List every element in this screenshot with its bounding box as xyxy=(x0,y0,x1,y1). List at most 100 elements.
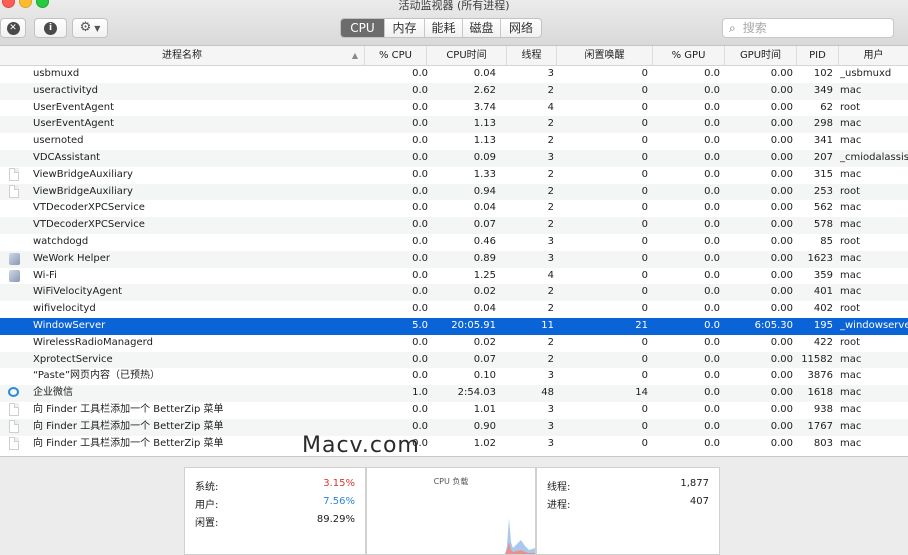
process-pid: 62 xyxy=(820,101,833,113)
process-name: useractivityd xyxy=(33,84,99,96)
process-gpu-time: 0.00 xyxy=(770,151,793,163)
app-icon xyxy=(9,252,20,265)
cpu-load-graph xyxy=(505,518,535,554)
process-user: mac xyxy=(840,84,862,96)
table-row[interactable]: UserEventAgent 0.0 3.74 4 0 0.0 0.00 62 root xyxy=(0,100,908,117)
stop-process-button[interactable]: ✕ xyxy=(0,18,26,38)
process-threads: 4 xyxy=(547,101,554,113)
process-name: UserEventAgent xyxy=(33,101,115,113)
process-gpu-time: 0.00 xyxy=(770,219,793,231)
column-header-gpu-time[interactable]: GPU时间 xyxy=(724,46,796,65)
process-user: mac xyxy=(840,353,862,365)
process-user: mac xyxy=(840,118,862,130)
search-field[interactable]: ⌕ xyxy=(722,18,894,38)
table-row[interactable]: usernoted 0.0 1.13 2 0 0.0 0.00 341 mac xyxy=(0,133,908,150)
process-user: _windowserver xyxy=(840,319,908,331)
process-threads: 2 xyxy=(547,118,554,130)
process-gpu-time: 0.00 xyxy=(770,387,793,399)
process-cpu: 0.0 xyxy=(412,84,428,96)
table-row[interactable]: WindowServer 5.0 20:05.91 11 21 0.0 6:05.30 195… xyxy=(0,317,908,335)
column-header-cpu-time[interactable]: CPU时间 xyxy=(426,46,506,65)
table-row[interactable]: WiFiVelocityAgent 0.0 0.02 2 0 0.0 0.00 401 mac xyxy=(0,284,908,302)
column-header-idle-wakeups[interactable]: 闲置唤醒 xyxy=(556,46,652,65)
process-idle-wakeups: 0 xyxy=(641,336,648,348)
tab-network[interactable]: 网络 xyxy=(501,19,541,37)
table-row[interactable]: UserEventAgent 0.0 1.13 2 0 0.0 0.00 298 mac xyxy=(0,116,908,134)
process-name: wifivelocityd xyxy=(33,303,96,315)
table-row[interactable]: “Paste”网页内容（已预热） 0.0 0.10 3 0 0.0 0.00 3876 mac xyxy=(0,368,908,385)
process-user: mac xyxy=(840,252,862,264)
process-gpu: 0.0 xyxy=(704,202,720,214)
document-icon xyxy=(9,184,19,198)
idle-value: 89.29% xyxy=(316,514,355,525)
process-gpu: 0.0 xyxy=(704,118,720,130)
table-row[interactable]: Wi-Fi 0.0 1.25 4 0 0.0 0.00 359 mac xyxy=(0,268,908,285)
process-pid: 349 xyxy=(813,84,833,96)
column-header-cpu[interactable]: % CPU xyxy=(364,46,426,65)
process-name: 向 Finder 工具栏添加一个 BetterZip 菜单 xyxy=(33,403,224,415)
process-user: mac xyxy=(840,219,862,231)
process-threads: 2 xyxy=(547,336,554,348)
process-pid: 938 xyxy=(813,403,833,415)
process-user: root xyxy=(840,235,861,247)
process-threads: 3 xyxy=(547,68,554,79)
table-row[interactable]: 企业微信 1.0 2:54.03 48 14 0.0 0.00 1618 mac xyxy=(0,385,908,402)
process-gpu: 0.0 xyxy=(704,151,720,163)
process-idle-wakeups: 0 xyxy=(641,437,648,449)
table-row[interactable]: watchdogd 0.0 0.46 3 0 0.0 0.00 85 root xyxy=(0,234,908,251)
column-header-gpu[interactable]: % GPU xyxy=(652,46,724,65)
process-pid: 11582 xyxy=(801,353,833,365)
column-header-threads[interactable]: 线程 xyxy=(506,46,556,65)
process-gpu: 0.0 xyxy=(704,336,720,348)
toolbar: 活动监视器 (所有进程) ✕ i ⚙ ▼ CPU 内存 能耗 磁盘 网络 ⌕ xyxy=(0,0,908,46)
process-gpu-time: 0.00 xyxy=(770,353,793,365)
close-circle-icon: ✕ xyxy=(6,21,20,35)
process-cpu: 0.0 xyxy=(412,101,428,113)
table-row[interactable]: 向 Finder 工具栏添加一个 BetterZip 菜单 0.0 0.90 3 0 0.… xyxy=(0,418,908,436)
table-row[interactable]: VTDecoderXPCService 0.0 0.04 2 0 0.0 0.00 562 ma… xyxy=(0,200,908,217)
process-user: root xyxy=(840,185,861,197)
process-pid: 401 xyxy=(813,286,833,298)
process-cpu-time: 0.07 xyxy=(473,219,496,231)
process-gpu-time: 0.00 xyxy=(770,84,793,96)
process-cpu-time: 20:05.91 xyxy=(451,319,496,331)
inspect-process-button[interactable]: i xyxy=(34,18,67,38)
actions-menu-button[interactable]: ⚙ ▼ xyxy=(72,18,108,38)
table-row[interactable]: ViewBridgeAuxiliary 0.0 0.94 2 0 0.0 0.00 253 ro… xyxy=(0,183,908,201)
process-idle-wakeups: 0 xyxy=(641,202,648,214)
tab-memory[interactable]: 内存 xyxy=(385,19,425,37)
process-gpu-time: 0.00 xyxy=(770,235,793,247)
tab-disk[interactable]: 磁盘 xyxy=(463,19,501,37)
tab-energy[interactable]: 能耗 xyxy=(425,19,463,37)
table-row[interactable]: useractivityd 0.0 2.62 2 0 0.0 0.00 349 mac xyxy=(0,82,908,100)
column-header-name[interactable]: 进程名称 ▲ xyxy=(0,46,364,65)
process-name: WiFiVelocityAgent xyxy=(33,286,123,298)
column-header-user[interactable]: 用户 xyxy=(838,46,908,65)
table-row[interactable]: wifivelocityd 0.0 0.04 2 0 0.0 0.00 402 root xyxy=(0,301,908,318)
process-cpu: 0.0 xyxy=(412,168,428,180)
column-header-pid[interactable]: PID xyxy=(796,46,838,65)
process-pid: 85 xyxy=(820,235,833,247)
table-row[interactable]: VDCAssistant 0.0 0.09 3 0 0.0 0.00 207 _cmiodala… xyxy=(0,149,908,167)
view-tabs: CPU 内存 能耗 磁盘 网络 xyxy=(340,18,542,38)
process-idle-wakeups: 0 xyxy=(641,118,648,130)
process-cpu-time: 3.74 xyxy=(473,101,496,113)
process-cpu-time: 0.04 xyxy=(473,68,496,79)
table-row[interactable]: XprotectService 0.0 0.07 2 0 0.0 0.00 11582 mac xyxy=(0,351,908,369)
process-idle-wakeups: 0 xyxy=(641,168,648,180)
system-label: 系统: xyxy=(195,482,219,493)
process-user: mac xyxy=(840,135,862,147)
table-row[interactable]: WeWork Helper 0.0 0.89 3 0 0.0 0.00 1623 mac xyxy=(0,250,908,268)
search-input[interactable] xyxy=(740,20,875,36)
table-row[interactable]: 向 Finder 工具栏添加一个 BetterZip 菜单 0.0 1.02 3 0 0.… xyxy=(0,436,908,453)
table-row[interactable]: VTDecoderXPCService 0.0 0.07 2 0 0.0 0.00 578 ma… xyxy=(0,217,908,234)
table-row[interactable]: ViewBridgeAuxiliary 0.0 1.33 2 0 0.0 0.00 315 ma… xyxy=(0,167,908,184)
process-cpu: 0.0 xyxy=(412,118,428,130)
table-row[interactable]: WirelessRadioManagerd 0.0 0.02 2 0 0.0 0.00 422… xyxy=(0,335,908,352)
table-row[interactable]: usbmuxd 0.0 0.04 3 0 0.0 0.00 102 _usbmuxd xyxy=(0,66,908,83)
process-threads: 2 xyxy=(547,353,554,365)
tab-cpu[interactable]: CPU xyxy=(341,19,385,37)
process-gpu: 0.0 xyxy=(704,353,720,365)
process-cpu: 0.0 xyxy=(412,135,428,147)
table-row[interactable]: 向 Finder 工具栏添加一个 BetterZip 菜单 0.0 1.01 3 0 0.… xyxy=(0,402,908,419)
